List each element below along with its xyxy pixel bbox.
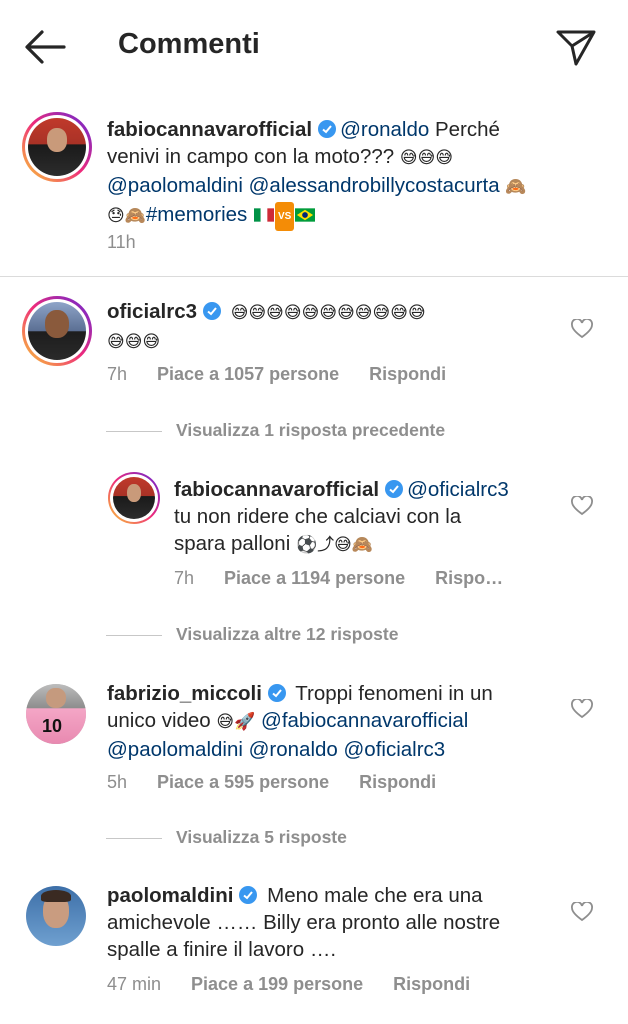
view-more-label[interactable]: Visualizza altre 12 risposte <box>176 624 398 644</box>
comment-meta: 5h Piace a 595 persone Rispondi <box>107 772 466 793</box>
avatar-maldini[interactable] <box>26 886 86 946</box>
verified-badge-icon <box>267 684 286 702</box>
reply-line2: tu non ridere che calciavi con la <box>174 505 462 528</box>
comment2-line2: unico video <box>107 709 211 732</box>
comment-time: 5h <box>107 772 128 792</box>
comment-time: 47 min <box>107 974 162 994</box>
verified-badge-icon <box>318 120 337 138</box>
emoji-laugh-row: 😅😅😅😅😅😅😅😅😅😅😅 <box>230 303 426 323</box>
view-more-replies[interactable]: Visualizza altre 12 risposte <box>106 624 398 645</box>
likes-count[interactable]: Piace a 1057 persone <box>157 364 339 384</box>
view-previous-reply[interactable]: Visualizza 1 risposta precedente <box>106 420 445 441</box>
likes-count[interactable]: Piace a 1194 persone <box>224 568 405 588</box>
like-heart-icon[interactable] <box>571 901 593 922</box>
caption-text: fabiocannavarofficial @ronaldo Perché ven… <box>107 116 607 231</box>
emoji-monkey: 🙈 <box>505 177 527 197</box>
emoji-laugh: 😅😅😅 <box>399 148 454 168</box>
reply-meta: 7h Piace a 1194 persone Rispo… <box>174 568 533 589</box>
comment-username[interactable]: paolomaldini <box>107 884 233 907</box>
view-replies[interactable]: Visualizza 5 risposte <box>106 827 347 848</box>
reply-text: fabiocannavarofficial @oficialrc3 tu non … <box>174 476 574 559</box>
like-heart-icon[interactable] <box>571 495 593 516</box>
vs-badge: VS <box>274 202 295 231</box>
reply-button[interactable]: Rispondi <box>359 772 436 792</box>
reply-button[interactable]: Rispondi <box>369 364 446 384</box>
reply-line3: spara palloni <box>174 532 291 555</box>
caption-meta: 11h <box>107 232 166 253</box>
emoji-soccer-row: ⚽⤴😅🙈 <box>295 535 374 555</box>
emoji-rocket-row: 😅🚀 <box>216 712 256 732</box>
reply-button[interactable]: Rispo… <box>435 568 503 588</box>
avatar-cannavaro[interactable] <box>22 112 92 182</box>
reply-time: 7h <box>174 568 195 588</box>
verified-badge-icon <box>385 480 404 498</box>
caption-line1-text: Perché <box>429 118 500 141</box>
back-arrow-icon[interactable] <box>22 26 68 68</box>
verified-badge-icon <box>239 886 258 904</box>
comment-text: paolomaldini Meno male che era una amich… <box>107 882 577 963</box>
emoji-sad-monkey: 😓🙈 <box>107 206 146 226</box>
mention-oficialrc3[interactable]: @oficialrc3 <box>407 478 509 501</box>
caption-mentions[interactable]: @paolomaldini @alessandrobillycostacurta <box>107 174 500 197</box>
comment-username[interactable]: oficialrc3 <box>107 300 197 323</box>
like-heart-icon[interactable] <box>571 698 593 719</box>
comment2-mentions[interactable]: @paolomaldini @ronaldo @oficialrc3 <box>107 738 445 761</box>
caption-username[interactable]: fabiocannavarofficial <box>107 118 312 141</box>
brazil-flag-icon <box>295 208 316 222</box>
comment3-line2: amichevole …… Billy era pronto alle nost… <box>107 911 501 934</box>
send-icon[interactable] <box>554 26 598 68</box>
top-bar: Commenti <box>0 0 628 96</box>
post-caption: fabiocannavarofficial @ronaldo Perché ven… <box>0 100 628 277</box>
view-previous-label[interactable]: Visualizza 1 risposta precedente <box>176 420 445 440</box>
mention-cannavaro[interactable]: @fabiocannavarofficial <box>261 709 468 732</box>
mention-ronaldo[interactable]: @ronaldo <box>340 118 429 141</box>
comment-text: oficialrc3 😅😅😅😅😅😅😅😅😅😅😅 😅😅😅 <box>107 298 587 356</box>
caption-line2: venivi in campo con la moto??? <box>107 145 395 168</box>
likes-count[interactable]: Piace a 595 persone <box>157 772 329 792</box>
verified-badge-icon <box>203 302 222 320</box>
comment-meta: 47 min Piace a 199 persone Rispondi <box>107 974 500 995</box>
emoji-laugh-row2: 😅😅😅 <box>107 332 161 352</box>
comment3-line1: Meno male che era una <box>267 884 483 907</box>
comment2-line1: Troppi fenomeni in un <box>295 682 493 705</box>
italy-flag-icon <box>253 208 274 222</box>
avatar-oficialrc3[interactable] <box>22 296 92 366</box>
view-replies-label[interactable]: Visualizza 5 risposte <box>176 827 347 847</box>
reply-username[interactable]: fabiocannavarofficial <box>174 478 379 501</box>
like-heart-icon[interactable] <box>571 318 593 339</box>
comment-text: fabrizio_miccoli Troppi fenomeni in un u… <box>107 680 567 763</box>
reply-button[interactable]: Rispondi <box>393 974 470 994</box>
comment-meta: 7h Piace a 1057 persone Rispondi <box>107 364 476 385</box>
page-title: Commenti <box>118 28 260 60</box>
avatar-miccoli[interactable]: 10 <box>26 684 86 744</box>
caption-time: 11h <box>107 232 136 252</box>
comment-username[interactable]: fabrizio_miccoli <box>107 682 262 705</box>
avatar-cannavaro-reply[interactable] <box>108 472 160 524</box>
comment3-line3: spalle a finire il lavoro …. <box>107 938 337 961</box>
hashtag-memories[interactable]: #memories <box>146 203 247 226</box>
comment-time: 7h <box>107 364 128 384</box>
likes-count[interactable]: Piace a 199 persone <box>191 974 363 994</box>
